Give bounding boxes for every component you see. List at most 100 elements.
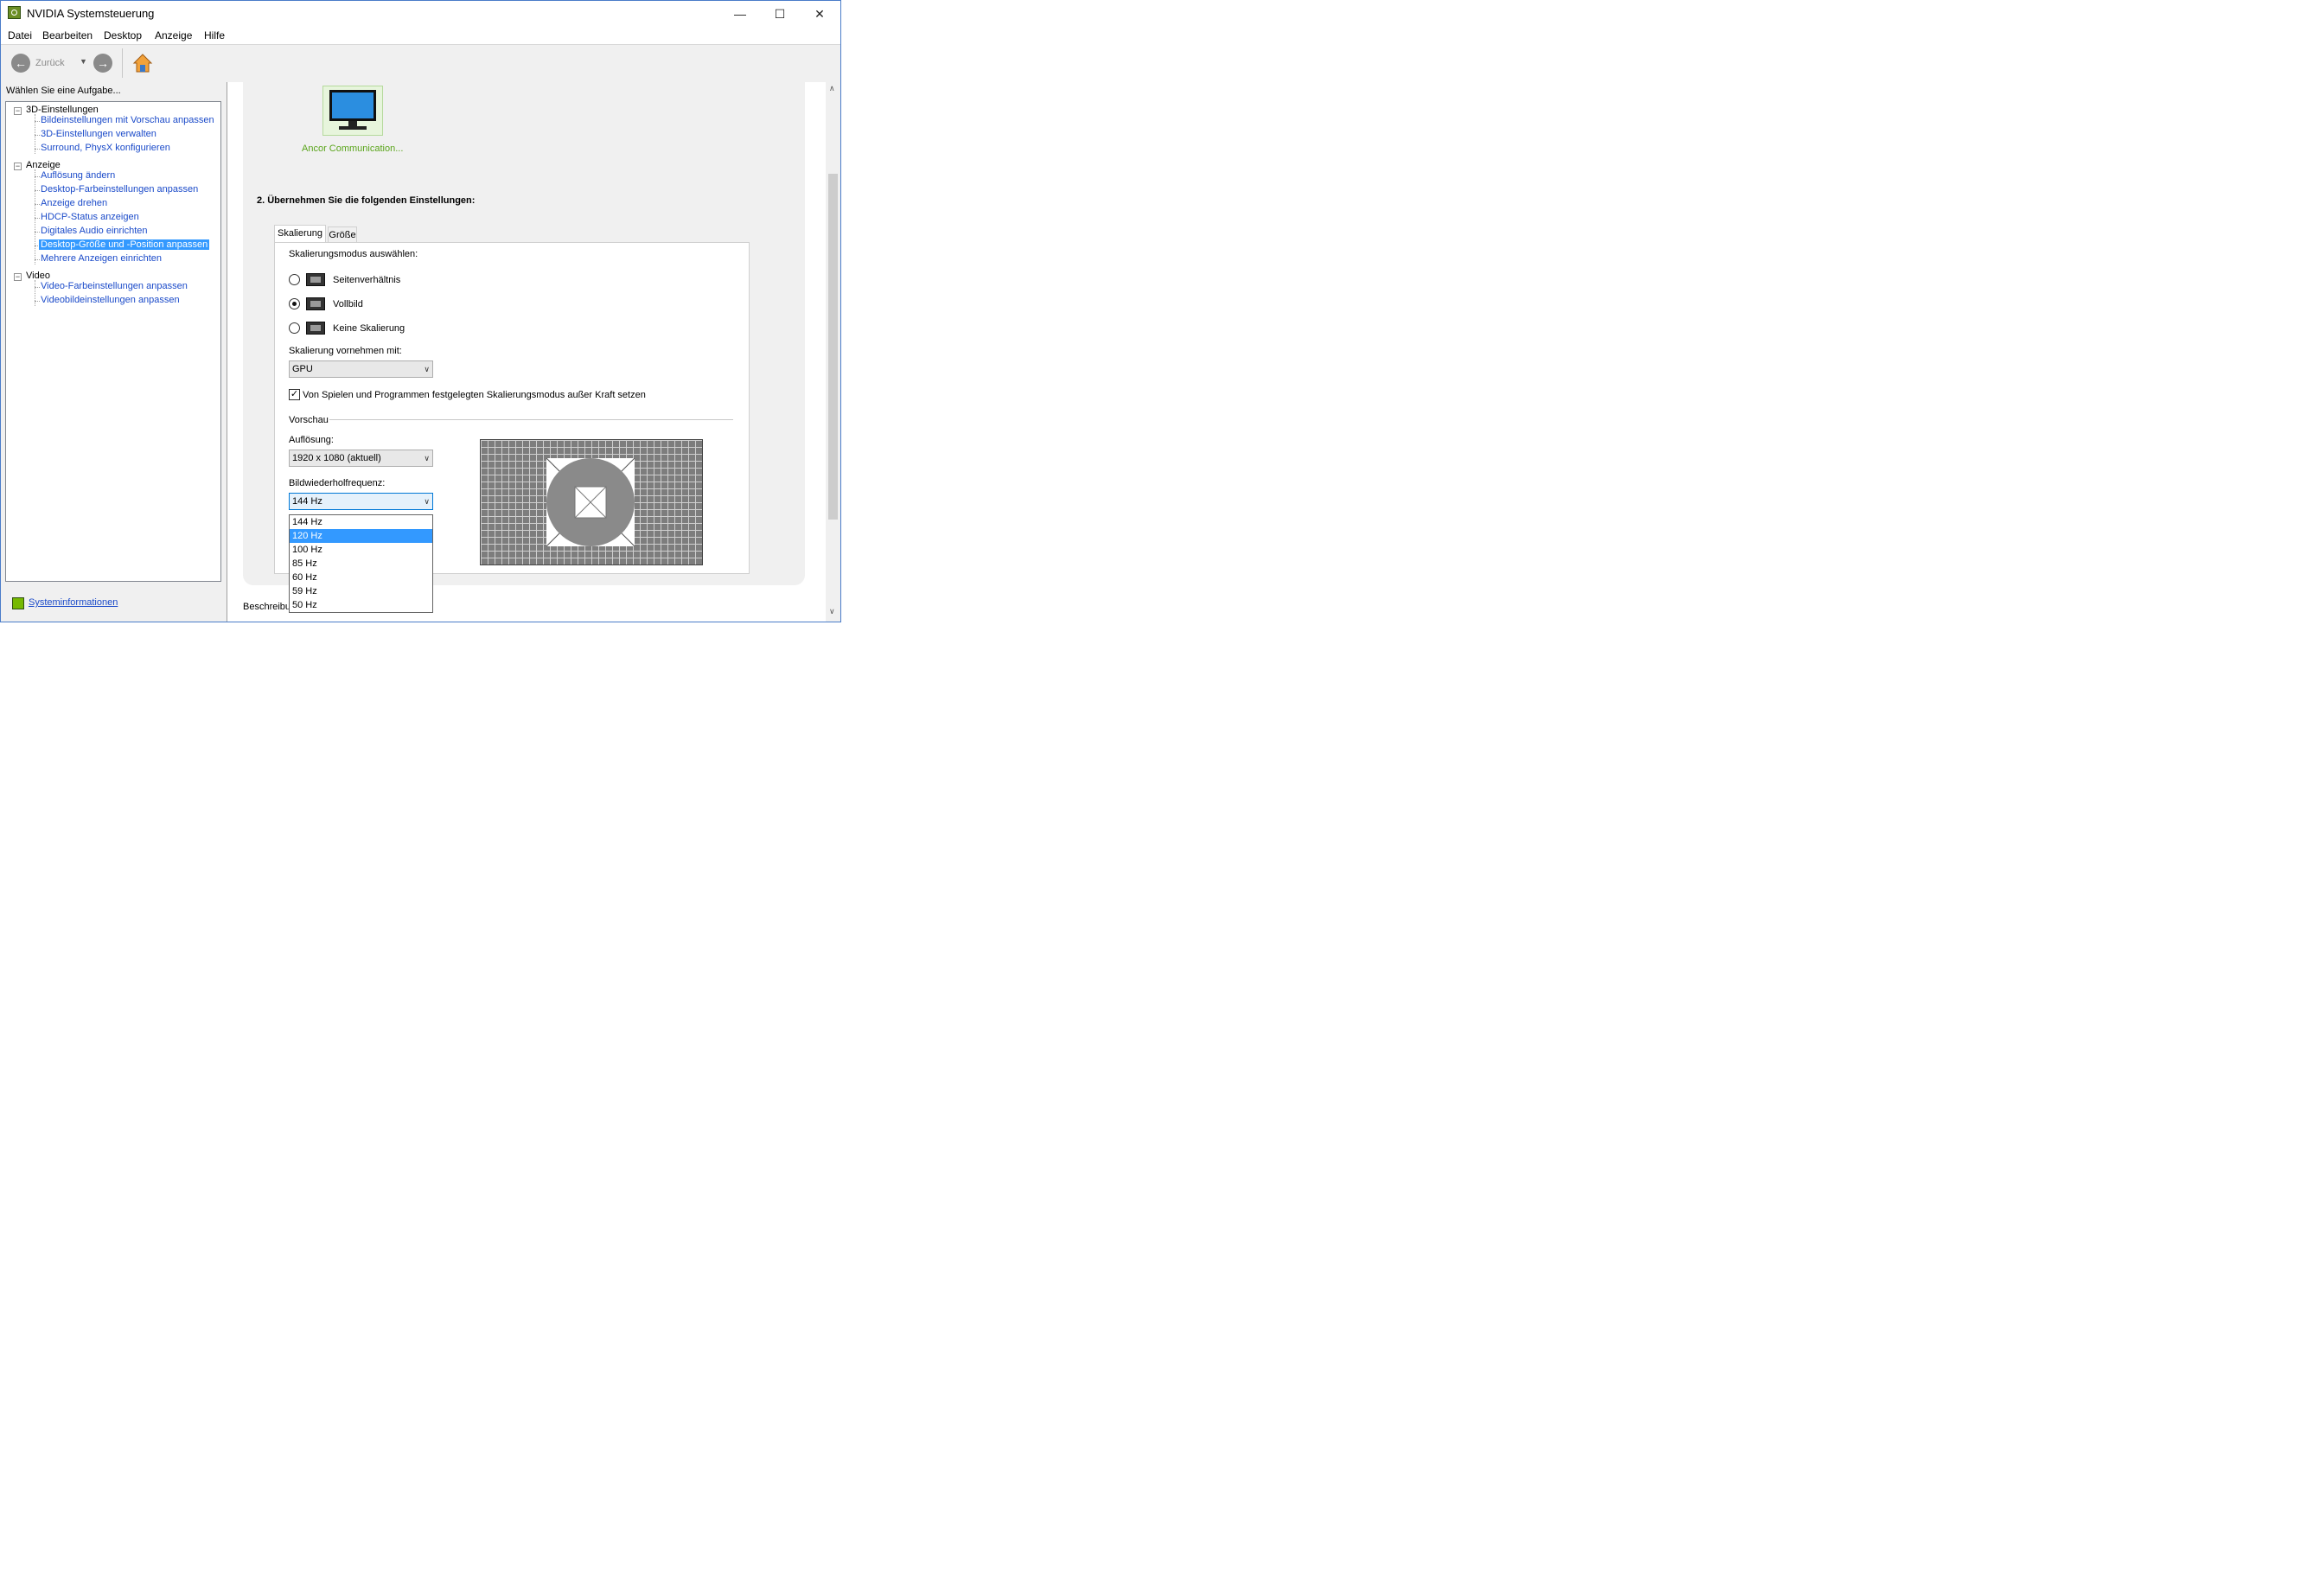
tree-item-hdcp[interactable]: HDCP-Status anzeigen (41, 212, 139, 222)
chevron-down-icon: ∨ (424, 497, 430, 506)
task-tree: − 3D-Einstellungen Bildeinstellungen mit… (5, 101, 221, 582)
system-info-icon (12, 597, 24, 609)
scroll-down-icon[interactable]: ∨ (829, 607, 835, 616)
tree-group-anzeige[interactable]: Anzeige (26, 160, 61, 170)
home-icon[interactable] (132, 53, 153, 73)
scrollbar-thumb[interactable] (828, 174, 838, 520)
tree-item-anzeige-drehen[interactable]: Anzeige drehen (41, 198, 107, 208)
refresh-option[interactable]: 120 Hz (290, 529, 432, 543)
resolution-select[interactable]: 1920 x 1080 (aktuell) ∨ (289, 450, 433, 467)
forward-arrow-icon[interactable]: → (93, 54, 112, 73)
menu-datei[interactable]: Datei (8, 29, 32, 41)
tree-line (35, 232, 40, 233)
refresh-option[interactable]: 60 Hz (290, 571, 432, 584)
aspect-ratio-icon (306, 273, 325, 286)
resolution-value: 1920 x 1080 (aktuell) (292, 453, 381, 463)
refresh-select[interactable]: 144 Hz ∨ (289, 493, 433, 510)
preview-divider (329, 419, 733, 420)
scaling-by-value: GPU (292, 364, 313, 374)
override-checkbox[interactable]: ✓ (289, 389, 300, 400)
task-pane-label: Wählen Sie eine Aufgabe... (6, 86, 121, 96)
maximize-button[interactable]: ☐ (760, 1, 800, 27)
tab-groesse[interactable]: Größe (328, 226, 357, 244)
no-scaling-icon (306, 322, 325, 335)
minimize-button[interactable]: — (720, 1, 760, 27)
collapse-3d-icon[interactable]: − (14, 107, 22, 115)
menu-hilfe[interactable]: Hilfe (204, 29, 225, 41)
close-button[interactable]: ✕ (800, 1, 840, 27)
tree-line (35, 301, 40, 302)
tab-skalierung[interactable]: Skalierung (274, 225, 326, 243)
radio-vollbild[interactable] (289, 298, 300, 309)
scroll-up-icon[interactable]: ∧ (829, 84, 835, 93)
back-label[interactable]: Zurück (35, 58, 65, 68)
monitor-label[interactable]: Ancor Communication... (302, 144, 403, 154)
tree-line (35, 149, 40, 150)
back-arrow-icon[interactable]: ← (11, 54, 30, 73)
section-heading: 2. Übernehmen Sie die folgenden Einstell… (257, 195, 476, 206)
tree-group-video[interactable]: Video (26, 271, 50, 281)
tree-item-video-farbe[interactable]: Video-Farbeinstellungen anpassen (41, 281, 188, 291)
app-window: NVIDIA Systemsteuerung — ☐ ✕ Datei Bearb… (0, 0, 841, 622)
refresh-option[interactable]: 50 Hz (290, 598, 432, 612)
tree-line (35, 190, 40, 191)
menu-anzeige[interactable]: Anzeige (155, 29, 192, 41)
label-keine-skalierung[interactable]: Keine Skalierung (333, 323, 405, 334)
tree-line (35, 218, 40, 219)
preview-pattern (480, 439, 703, 565)
tree-item-3d-verwalten[interactable]: 3D-Einstellungen verwalten (41, 129, 156, 139)
collapse-anzeige-icon[interactable]: − (14, 163, 22, 170)
refresh-option[interactable]: 100 Hz (290, 543, 432, 557)
tree-item-digitales-audio[interactable]: Digitales Audio einrichten (41, 226, 148, 236)
tree-item-mehrere-anzeigen[interactable]: Mehrere Anzeigen einrichten (41, 253, 162, 264)
refresh-dropdown-list: 144 Hz 120 Hz 100 Hz 85 Hz 60 Hz 59 Hz 5… (289, 514, 433, 613)
tree-line (35, 135, 40, 136)
refresh-option[interactable]: 59 Hz (290, 584, 432, 598)
label-seitenverhaeltnis[interactable]: Seitenverhältnis (333, 275, 400, 285)
scaling-mode-label: Skalierungsmodus auswählen: (289, 249, 418, 259)
monitor-thumbnail[interactable] (322, 86, 383, 136)
toolbar-separator (122, 48, 123, 78)
chevron-down-icon: ∨ (424, 365, 430, 373)
monitor-icon (329, 90, 376, 130)
tree-line (35, 287, 40, 288)
tree-line (35, 176, 40, 177)
refresh-option[interactable]: 85 Hz (290, 557, 432, 571)
vertical-scrollbar[interactable]: ∧ ∨ (826, 82, 840, 622)
fullscreen-icon (306, 297, 325, 310)
menu-desktop[interactable]: Desktop (104, 29, 142, 41)
menu-bar: Datei Bearbeiten Desktop Anzeige Hilfe (1, 27, 840, 44)
preview-label: Vorschau (289, 415, 329, 425)
tree-line (35, 121, 40, 122)
title-bar: NVIDIA Systemsteuerung — ☐ ✕ (1, 1, 840, 27)
label-vollbild[interactable]: Vollbild (333, 299, 363, 309)
tree-item-desktop-groesse[interactable]: Desktop-Größe und -Position anpassen (39, 239, 210, 250)
description-label: Beschreibu (243, 602, 291, 612)
menu-bearbeiten[interactable]: Bearbeiten (42, 29, 93, 41)
system-info-link[interactable]: Systeminformationen (29, 597, 118, 608)
scaling-by-label: Skalierung vornehmen mit: (289, 346, 402, 356)
resolution-label: Auflösung: (289, 435, 334, 445)
tree-item-bildeinstellungen[interactable]: Bildeinstellungen mit Vorschau anpassen (41, 115, 214, 125)
scaling-by-select[interactable]: GPU ∨ (289, 360, 433, 378)
history-dropdown-icon[interactable]: ▼ (80, 57, 87, 66)
toolbar: ← Zurück ▼ → (1, 44, 840, 83)
nvidia-app-icon (8, 6, 21, 19)
tree-item-desktop-farbe[interactable]: Desktop-Farbeinstellungen anpassen (41, 184, 198, 195)
tree-line (35, 204, 40, 205)
chevron-down-icon: ∨ (424, 454, 430, 462)
task-pane: Wählen Sie eine Aufgabe... − 3D-Einstell… (1, 82, 227, 622)
refresh-label: Bildwiederholfrequenz: (289, 478, 386, 488)
tree-item-surround-physx[interactable]: Surround, PhysX konfigurieren (41, 143, 170, 153)
radio-seitenverhaeltnis[interactable] (289, 274, 300, 285)
refresh-value: 144 Hz (292, 496, 322, 507)
window-title: NVIDIA Systemsteuerung (27, 7, 155, 20)
tree-item-videobild[interactable]: Videobildeinstellungen anpassen (41, 295, 180, 305)
tree-group-3d[interactable]: 3D-Einstellungen (26, 105, 99, 115)
refresh-option[interactable]: 144 Hz (290, 515, 432, 529)
tree-item-aufloesung[interactable]: Auflösung ändern (41, 170, 115, 181)
collapse-video-icon[interactable]: − (14, 273, 22, 281)
override-checkbox-label[interactable]: Von Spielen und Programmen festgelegten … (303, 390, 646, 400)
preview-circle-graphic (546, 458, 635, 546)
radio-keine-skalierung[interactable] (289, 322, 300, 334)
